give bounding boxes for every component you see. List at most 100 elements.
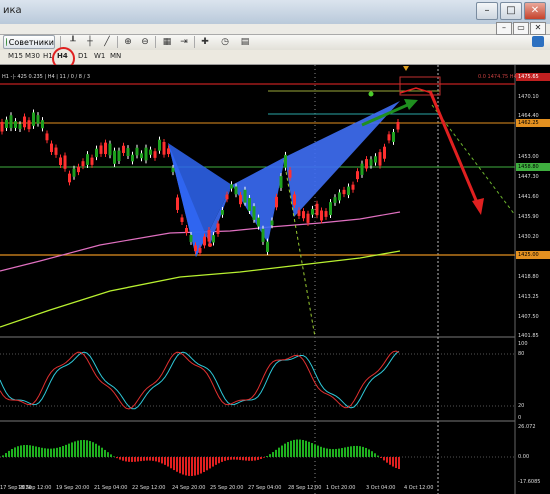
macd-bar	[248, 457, 250, 461]
candlestick-icon[interactable]: ┼	[83, 36, 97, 48]
macd-bar	[59, 447, 61, 457]
osc-label: 20	[518, 403, 525, 409]
candle-body	[162, 141, 166, 155]
candle-body	[0, 121, 4, 132]
timeframe-d1[interactable]: D1	[78, 52, 88, 60]
macd-bar	[29, 445, 31, 457]
advisors-button[interactable]: Советники	[3, 35, 55, 49]
macd-bar	[347, 446, 349, 457]
macd-label: 26.072	[518, 424, 536, 430]
bar-chart-icon[interactable]: ┸	[66, 36, 80, 48]
chat-icon[interactable]	[532, 36, 544, 47]
macd-bar	[110, 454, 112, 457]
candle-body	[131, 154, 134, 162]
tile-windows-icon[interactable]: ▦	[160, 36, 174, 48]
candle-body	[351, 184, 355, 190]
candle-body	[108, 143, 112, 156]
macd-bar	[395, 457, 397, 468]
macd-bar	[377, 455, 379, 457]
candle-body	[122, 145, 125, 153]
zoom-in-icon[interactable]: ⊕	[121, 36, 135, 48]
advisors-label: Советники	[8, 37, 54, 47]
timeframe-m15[interactable]: M15	[8, 52, 23, 60]
candle-body	[32, 112, 35, 126]
macd-bar	[113, 456, 115, 457]
candle-body	[392, 132, 395, 142]
macd-bar	[272, 452, 274, 457]
macd-bar	[173, 457, 175, 471]
candle-body	[113, 150, 116, 164]
date-label: 28 Sep 12:00	[288, 485, 322, 491]
date-label: 19 Sep 20:00	[56, 485, 90, 491]
macd-bar	[362, 446, 364, 457]
macd-bar	[161, 457, 163, 464]
macd-bar	[284, 443, 286, 457]
timeframe-w1[interactable]: W1	[94, 52, 105, 60]
macd-bar	[332, 449, 334, 457]
candle-body	[54, 147, 58, 155]
macd-bar	[41, 447, 43, 457]
candle-body	[324, 211, 328, 217]
candle-body	[270, 220, 274, 226]
macd-bar	[230, 457, 232, 460]
date-label: 27 Sep 04:00	[248, 485, 282, 491]
macd-bar	[215, 457, 217, 465]
date-label: 1 Oct 20:00	[326, 485, 356, 491]
candle-body	[90, 157, 94, 165]
candle-body	[284, 154, 287, 168]
timeframe-mn[interactable]: MN	[110, 52, 121, 60]
macd-bar	[242, 457, 244, 461]
date-label: 24 Sep 20:00	[172, 485, 206, 491]
timeframe-m30[interactable]: M30	[25, 52, 40, 60]
templates-icon[interactable]: ▤	[238, 36, 252, 48]
macd-bar	[269, 454, 271, 457]
macd-bar	[290, 440, 292, 457]
macd-bar	[368, 449, 370, 457]
date-label: 21 Sep 04:00	[94, 485, 128, 491]
candle-body	[95, 148, 98, 158]
toolbar-separator	[194, 36, 195, 48]
macd-bar	[224, 457, 226, 461]
close-button[interactable]: ✕	[524, 2, 546, 20]
macd-bar	[92, 442, 94, 457]
candle-body	[36, 115, 40, 124]
periods-icon[interactable]: ◷	[218, 36, 232, 48]
macd-bar	[128, 457, 130, 462]
macd-bar	[329, 448, 331, 457]
candle-body	[180, 217, 184, 222]
toolbar: Советники ┸ ┼ ╱ ⊕ ⊖ ▦ ⇥ ✚ ◷ ▤	[0, 35, 550, 50]
price-label: 1441.60	[518, 194, 539, 200]
mdi-minimize-button[interactable]: –	[496, 22, 512, 35]
candle-body	[81, 161, 85, 167]
maximize-button[interactable]: □	[500, 2, 522, 20]
candle-body	[194, 245, 197, 252]
price-chart[interactable]: H1 -|- 425 0.235 | H4 | 11 / 0 / 8 / 3 0…	[0, 65, 550, 494]
price-label: 1458.80	[518, 164, 539, 170]
red-arrow	[428, 90, 480, 206]
candle-body	[225, 194, 229, 200]
candle-body	[257, 217, 260, 227]
macd-bar	[323, 447, 325, 457]
macd-bar	[101, 447, 103, 457]
macd-bar	[146, 457, 148, 461]
macd-bar	[233, 457, 235, 460]
minimize-button[interactable]: –	[476, 2, 498, 20]
candle-body	[63, 155, 67, 169]
zoom-out-icon[interactable]: ⊖	[138, 36, 152, 48]
auto-scroll-icon[interactable]: ⇥	[177, 36, 191, 48]
candle-body	[27, 120, 31, 130]
macd-bar	[14, 447, 16, 457]
chart-canvas	[0, 65, 550, 494]
macd-bar	[38, 447, 40, 457]
mdi-close-button[interactable]: ✕	[530, 22, 546, 35]
macd-label: -17.6085	[518, 479, 541, 485]
candle-body	[9, 115, 13, 129]
macd-bar	[245, 457, 247, 461]
mdi-restore-button[interactable]: ▭	[513, 22, 529, 35]
macd-bar	[89, 441, 91, 457]
candle-body	[347, 186, 350, 196]
macd-bar	[212, 457, 214, 467]
candle-body	[387, 134, 391, 141]
indicators-icon[interactable]: ✚	[198, 36, 212, 48]
line-chart-icon[interactable]: ╱	[100, 36, 114, 48]
